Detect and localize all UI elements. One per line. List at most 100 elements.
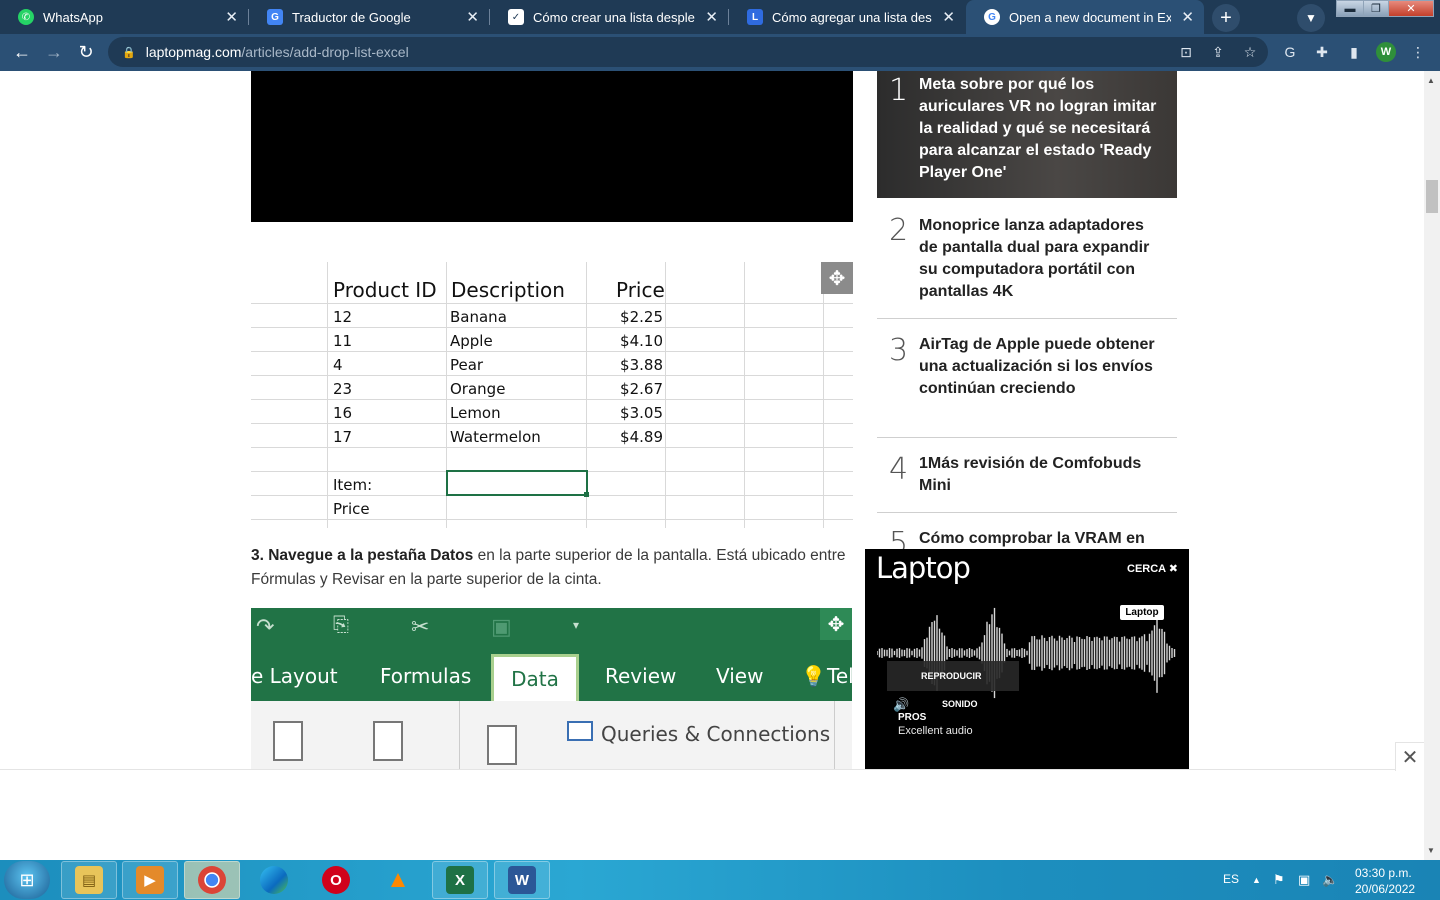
- tab-google-translate[interactable]: G Traductor de Google ✕: [249, 0, 489, 34]
- show-hidden-icons-icon[interactable]: ▲: [1252, 875, 1261, 885]
- tab-whatsapp[interactable]: ✆ WhatsApp ✕: [0, 0, 248, 34]
- lock-icon: 🔒: [122, 46, 136, 59]
- ad-video[interactable]: Laptop REPRODUCIR 🔊 SONIDO PROS Excellen…: [876, 591, 1177, 759]
- taskbar-vlc[interactable]: ▲: [370, 861, 426, 899]
- header-product-id: Product ID: [333, 278, 437, 302]
- article-video-player[interactable]: [251, 71, 853, 222]
- close-tab-icon[interactable]: ✕: [942, 8, 955, 26]
- trending-number: 2: [889, 213, 909, 248]
- cell-price: $3.88: [620, 356, 663, 374]
- taskbar-chrome[interactable]: [184, 861, 240, 899]
- speaker-icon[interactable]: 🔊: [893, 697, 909, 713]
- chrome-menu-icon[interactable]: ⋮: [1408, 42, 1428, 62]
- excel-ribbon-image: ↷ ⎘ ✂ ▣ ▾ ✥ e Layout Formulas Data Revie…: [251, 608, 852, 770]
- cell-price: $4.10: [620, 332, 663, 350]
- opera-icon: O: [322, 866, 350, 894]
- copy-icon: ⎘: [333, 614, 349, 636]
- close-tab-icon[interactable]: ✕: [705, 8, 718, 26]
- scroll-down-icon[interactable]: ▼: [1427, 846, 1435, 855]
- trending-title[interactable]: 1Más revisión de Comfobuds Mini: [919, 453, 1164, 497]
- tab-title: Open a new document in Excel -: [1009, 9, 1172, 25]
- extensions-puzzle-icon[interactable]: ✚: [1312, 42, 1332, 62]
- trending-title[interactable]: Cómo comprobar la VRAM en: [919, 528, 1164, 550]
- trending-title[interactable]: AirTag de Apple puede obtener una actual…: [919, 334, 1164, 400]
- cell-product-id: 16: [333, 404, 353, 422]
- trending-title[interactable]: Monoprice lanza adaptadores de pantalla …: [919, 215, 1164, 303]
- tab-crear-lista[interactable]: ✓ Cómo crear una lista desplegable ✕: [490, 0, 728, 34]
- header-price: Price: [616, 278, 665, 302]
- play-button[interactable]: REPRODUCIR: [887, 661, 1019, 691]
- close-tab-icon[interactable]: ✕: [1181, 8, 1194, 26]
- side-panel-icon[interactable]: ▮: [1344, 42, 1364, 62]
- trending-item[interactable]: 2 Monoprice lanza adaptadores de pantall…: [877, 198, 1177, 319]
- tab-title: WhatsApp: [43, 9, 103, 25]
- new-tab-button[interactable]: +: [1212, 4, 1240, 32]
- trending-number: 1: [889, 73, 909, 108]
- scroll-up-icon[interactable]: ▲: [1427, 76, 1435, 85]
- tab-search-button[interactable]: ▼: [1297, 4, 1325, 32]
- pros-label: PROS: [898, 712, 927, 723]
- taskbar-edge[interactable]: [246, 861, 302, 899]
- volume-icon[interactable]: 🔈: [1322, 872, 1338, 888]
- article-icon: ✓: [508, 9, 524, 25]
- ad-badge: Laptop: [1120, 605, 1164, 620]
- cell-description: Apple: [450, 332, 493, 350]
- browser-toolbar: ← → ↻ 🔒 laptopmag.com/articles/add-drop-…: [0, 34, 1440, 71]
- language-indicator[interactable]: ES: [1223, 872, 1239, 886]
- trending-item[interactable]: 1 Meta sobre por qué los auriculares VR …: [877, 71, 1177, 198]
- scissors-icon: ✂: [411, 614, 430, 639]
- tab-agregar-lista[interactable]: L Cómo agregar una lista desplega ✕: [729, 0, 965, 34]
- trending-title[interactable]: Meta sobre por qué los auriculares VR no…: [919, 74, 1164, 184]
- ad-logo: Laptop: [876, 551, 971, 585]
- cell-price-label: Price: [333, 500, 370, 518]
- google-translate-extension-icon[interactable]: G: [1280, 42, 1300, 62]
- taskbar-opera[interactable]: O: [308, 861, 364, 899]
- scrollbar-thumb[interactable]: [1426, 180, 1438, 213]
- share-icon[interactable]: ⇪: [1208, 42, 1228, 62]
- taskbar-word[interactable]: W: [494, 861, 550, 899]
- window-close-button[interactable]: ✕: [1388, 0, 1434, 17]
- minimize-button[interactable]: ▬: [1336, 0, 1364, 17]
- action-center-flag-icon[interactable]: ⚑: [1273, 872, 1285, 888]
- banner-close-icon[interactable]: ✕: [1395, 742, 1424, 771]
- web-page: Product ID Description Price 12 Banana $…: [0, 71, 1424, 860]
- cell-price: $2.67: [620, 380, 663, 398]
- trending-item[interactable]: 3 AirTag de Apple puede obtener una actu…: [877, 318, 1177, 438]
- clock-date[interactable]: 20/06/2022: [1355, 882, 1415, 896]
- cell-description: Lemon: [450, 404, 501, 422]
- profile-avatar[interactable]: W: [1376, 42, 1396, 62]
- ribbon-tab-bar: ↷ ⎘ ✂ ▣ ▾ ✥ e Layout Formulas Data Revie…: [251, 608, 852, 701]
- taskbar-excel[interactable]: X: [432, 861, 488, 899]
- ribbon-tab-view: View: [716, 664, 764, 688]
- fill-handle: [584, 492, 589, 497]
- taskbar-explorer[interactable]: ▤: [61, 861, 117, 899]
- bookmark-star-icon[interactable]: ☆: [1240, 42, 1260, 62]
- reload-button[interactable]: ↻: [73, 39, 99, 65]
- trending-item[interactable]: 4 1Más revisión de Comfobuds Mini: [877, 437, 1177, 513]
- close-tab-icon[interactable]: ✕: [225, 8, 238, 26]
- url-host: laptopmag.com: [145, 44, 242, 60]
- tab-title: Cómo agregar una lista desplega: [772, 9, 932, 25]
- back-button[interactable]: ←: [9, 39, 35, 65]
- trending-number: 4: [889, 452, 909, 487]
- clock-time[interactable]: 03:30 p.m.: [1355, 866, 1412, 880]
- cell-product-id: 12: [333, 308, 353, 326]
- edge-icon: [260, 866, 288, 894]
- redo-icon: ↷: [256, 614, 275, 639]
- close-tab-icon[interactable]: ✕: [466, 8, 479, 26]
- paste-icon: ▣: [491, 614, 512, 639]
- tab-open-document-excel[interactable]: G Open a new document in Excel - ✕: [966, 0, 1204, 34]
- maximize-button[interactable]: ❐: [1363, 0, 1389, 17]
- trending-item[interactable]: 5 Cómo comprobar la VRAM en: [877, 512, 1177, 552]
- pros-text: Excellent audio: [898, 725, 973, 737]
- address-bar[interactable]: 🔒 laptopmag.com/articles/add-drop-list-e…: [108, 37, 1268, 67]
- ad-close-button[interactable]: CERCA ✖: [1127, 562, 1178, 575]
- taskbar-media-player[interactable]: ▶: [122, 861, 178, 899]
- move-icon: ✥: [820, 608, 852, 640]
- start-button[interactable]: ⊞: [4, 861, 50, 899]
- tab-title: Traductor de Google: [292, 9, 411, 25]
- translate-page-icon[interactable]: ⊡: [1176, 42, 1196, 62]
- network-icon[interactable]: ▣: [1298, 872, 1310, 888]
- cell-item-label: Item:: [333, 476, 373, 494]
- forward-button[interactable]: →: [41, 39, 67, 65]
